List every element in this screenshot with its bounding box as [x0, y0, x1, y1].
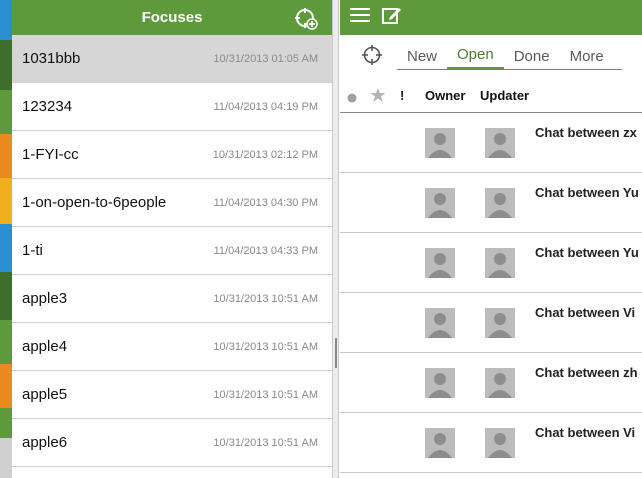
resize-grip[interactable] — [335, 338, 337, 368]
strip-seg — [0, 134, 12, 178]
strip-seg — [0, 40, 12, 90]
focus-date: 10/31/2013 02:12 PM — [212, 148, 318, 161]
updater-avatar — [485, 248, 515, 278]
read-dot-icon[interactable] — [347, 90, 357, 108]
focus-list-item[interactable]: apple3 10/31/2013 10:51 AM — [12, 275, 332, 323]
focus-list: 1031bbb 10/31/2013 01:05 AM 123234 11/04… — [12, 35, 332, 467]
tab-open[interactable]: Open — [447, 42, 504, 70]
focus-name: apple6 — [22, 434, 68, 451]
focus-list-item[interactable]: 1031bbb 10/31/2013 01:05 AM — [12, 35, 332, 83]
app-window: Focuses 1031bbb 10/31/2013 01:05 AM 1232… — [0, 0, 642, 478]
strip-seg — [0, 408, 12, 438]
strip-seg — [0, 320, 12, 364]
chat-row[interactable]: Chat between Vi — [340, 413, 642, 473]
color-strip — [0, 0, 12, 478]
tab-done[interactable]: Done — [504, 42, 560, 70]
status-tabs: New Open Done More — [397, 42, 622, 70]
focus-name: 1031bbb — [22, 50, 81, 67]
focus-date: 10/31/2013 10:51 AM — [213, 388, 318, 401]
owner-avatar — [425, 308, 455, 338]
focus-name: 1-on-open-to-6people — [22, 194, 167, 211]
strip-seg — [0, 0, 12, 40]
updater-column[interactable]: Updater — [480, 88, 529, 103]
focus-date: 11/04/2013 04:30 PM — [213, 196, 318, 209]
add-focus-icon[interactable] — [294, 6, 318, 30]
focuses-panel: Focuses 1031bbb 10/31/2013 01:05 AM 1232… — [12, 0, 333, 478]
chat-title: Chat between Vi — [535, 425, 636, 440]
crosshair-icon[interactable] — [362, 45, 382, 65]
updater-avatar — [485, 128, 515, 158]
column-header: ! Owner Updater — [340, 77, 642, 113]
chat-row[interactable]: Chat between Yu — [340, 233, 642, 293]
focuses-title: Focuses — [141, 9, 203, 26]
strip-seg — [0, 438, 12, 478]
tab-more[interactable]: More — [560, 42, 614, 70]
chat-title: Chat between zx — [535, 125, 637, 140]
strip-seg — [0, 272, 12, 320]
focus-list-item[interactable]: apple4 10/31/2013 10:51 AM — [12, 323, 332, 371]
owner-avatar — [425, 428, 455, 458]
focus-list-item[interactable]: 1-FYI-cc 10/31/2013 02:12 PM — [12, 131, 332, 179]
focus-name: 1-FYI-cc — [22, 146, 79, 163]
star-icon[interactable] — [370, 87, 386, 108]
updater-avatar — [485, 308, 515, 338]
updater-avatar — [485, 428, 515, 458]
tabs-bar: New Open Done More — [340, 35, 642, 77]
focus-list-item[interactable]: 1-on-open-to-6people 11/04/2013 04:30 PM — [12, 179, 332, 227]
strip-seg — [0, 364, 12, 408]
focuses-header: Focuses — [12, 0, 332, 35]
strip-seg — [0, 90, 12, 134]
strip-seg — [0, 178, 12, 224]
owner-avatar — [425, 128, 455, 158]
owner-avatar — [425, 188, 455, 218]
focus-list-item[interactable]: apple6 10/31/2013 10:51 AM — [12, 419, 332, 467]
chat-list: Chat between zx Chat between Yu Chat bet… — [340, 113, 642, 473]
focus-list-item[interactable]: apple5 10/31/2013 10:51 AM — [12, 371, 332, 419]
updater-avatar — [485, 368, 515, 398]
compose-icon[interactable] — [382, 5, 402, 30]
chat-title: Chat between Yu — [535, 185, 639, 200]
chat-row[interactable]: Chat between zx — [340, 113, 642, 173]
focus-list-item[interactable]: 1-ti 11/04/2013 04:33 PM — [12, 227, 332, 275]
chat-title: Chat between Vi — [535, 305, 636, 320]
owner-avatar — [425, 368, 455, 398]
focus-list-item[interactable]: 123234 11/04/2013 04:19 PM — [12, 83, 332, 131]
owner-column[interactable]: Owner — [425, 88, 465, 103]
focus-name: apple3 — [22, 290, 68, 307]
menu-icon[interactable] — [350, 7, 370, 28]
focus-name: 123234 — [22, 98, 73, 115]
chat-title: Chat between Yu — [535, 245, 639, 260]
chat-row[interactable]: Chat between Vi — [340, 293, 642, 353]
focus-name: 1-ti — [22, 242, 43, 259]
strip-seg — [0, 224, 12, 272]
split-divider[interactable] — [333, 0, 339, 478]
focus-date: 11/04/2013 04:33 PM — [213, 244, 318, 257]
focus-date: 10/31/2013 10:51 AM — [213, 340, 318, 353]
chat-title: Chat between zh — [535, 365, 638, 380]
focus-date: 11/04/2013 04:19 PM — [213, 100, 318, 113]
focus-name: apple4 — [22, 338, 68, 355]
owner-avatar — [425, 248, 455, 278]
chat-row[interactable]: Chat between zh — [340, 353, 642, 413]
focus-date: 10/31/2013 10:51 AM — [213, 292, 318, 305]
chat-row[interactable]: Chat between Yu — [340, 173, 642, 233]
focus-name: apple5 — [22, 386, 68, 403]
chat-panel: New Open Done More ! Owner Updater Chat … — [340, 0, 642, 478]
updater-avatar — [485, 188, 515, 218]
flag-column[interactable]: ! — [400, 88, 404, 103]
focus-date: 10/31/2013 10:51 AM — [213, 436, 318, 449]
tab-new[interactable]: New — [397, 42, 447, 70]
focus-date: 10/31/2013 01:05 AM — [213, 52, 318, 65]
chat-header — [340, 0, 642, 35]
